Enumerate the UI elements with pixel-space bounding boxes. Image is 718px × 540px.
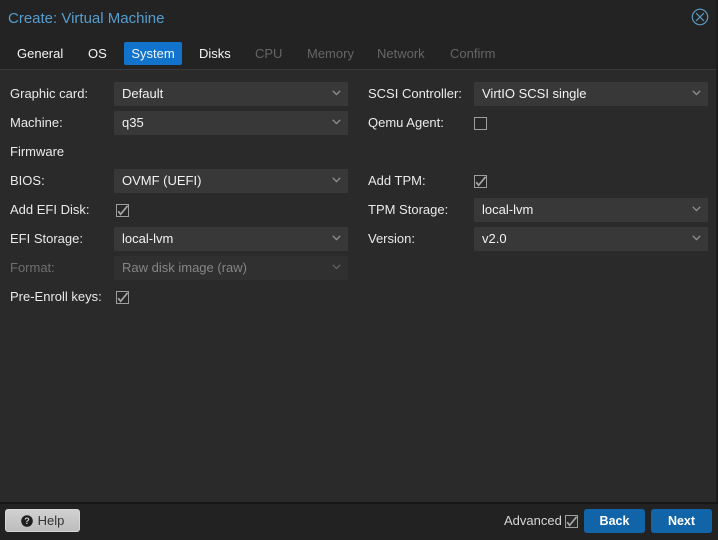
svg-text:?: ? (24, 516, 30, 526)
